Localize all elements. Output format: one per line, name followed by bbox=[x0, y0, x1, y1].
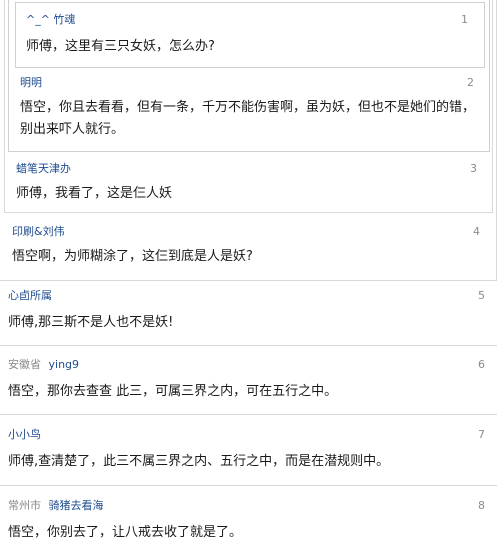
post-user-link[interactable]: 骑猪去看海 bbox=[49, 499, 104, 512]
post-number: 8 bbox=[478, 499, 485, 512]
post-meta: 常州市 骑猪去看海 bbox=[8, 496, 104, 516]
post-location: 常州市 bbox=[8, 499, 41, 512]
post-6: 安徽省 ying9 6 悟空，那你去查查 此三，可属三界之内，可在五行之中。 bbox=[0, 355, 497, 413]
post-8: 常州市 骑猪去看海 8 悟空，你别去了，让八戒去收了就是了。 bbox=[0, 496, 497, 552]
post-number: 4 bbox=[473, 225, 480, 238]
post-meta: 小小鸟 bbox=[8, 425, 41, 445]
post-5: 心卣所属 5 师傅,那三斯不是人也不是妖! bbox=[0, 286, 497, 344]
post-number: 5 bbox=[478, 289, 485, 302]
post-text: 悟空，你别去了，让八戒去收了就是了。 bbox=[8, 525, 243, 540]
divider bbox=[0, 485, 497, 486]
post-meta: 心卣所属 bbox=[8, 286, 52, 306]
post-user-link[interactable]: 印刷&刘伟 bbox=[12, 225, 65, 238]
post-number: 7 bbox=[478, 428, 485, 441]
post-user-link[interactable]: 心卣所属 bbox=[8, 289, 52, 302]
post-text: 师傅,那三斯不是人也不是妖! bbox=[8, 315, 174, 330]
post-text: 悟空啊，为师糊涂了，这仨到底是人是妖? bbox=[12, 249, 253, 264]
post-number: 6 bbox=[478, 358, 485, 371]
post-user-link[interactable]: 小小鸟 bbox=[8, 428, 41, 441]
post-user-link[interactable]: ying9 bbox=[49, 358, 80, 371]
post-7: 小小鸟 7 师傅,查清楚了，此三不属三界之内、五行之中，而是在潜规则中。 bbox=[0, 425, 497, 483]
post-4-content: 印刷&刘伟 4 悟空啊，为师糊涂了，这仨到底是人是妖? bbox=[0, 222, 497, 280]
post-text: 师傅,查清楚了，此三不属三界之内、五行之中，而是在潜规则中。 bbox=[8, 454, 390, 469]
post-text: 悟空，那你去查查 此三，可属三界之内，可在五行之中。 bbox=[8, 384, 338, 399]
post-meta: 安徽省 ying9 bbox=[8, 355, 79, 375]
post-meta: 印刷&刘伟 bbox=[12, 222, 65, 242]
divider bbox=[0, 345, 497, 346]
divider bbox=[0, 414, 497, 415]
post-location: 安徽省 bbox=[8, 358, 41, 371]
